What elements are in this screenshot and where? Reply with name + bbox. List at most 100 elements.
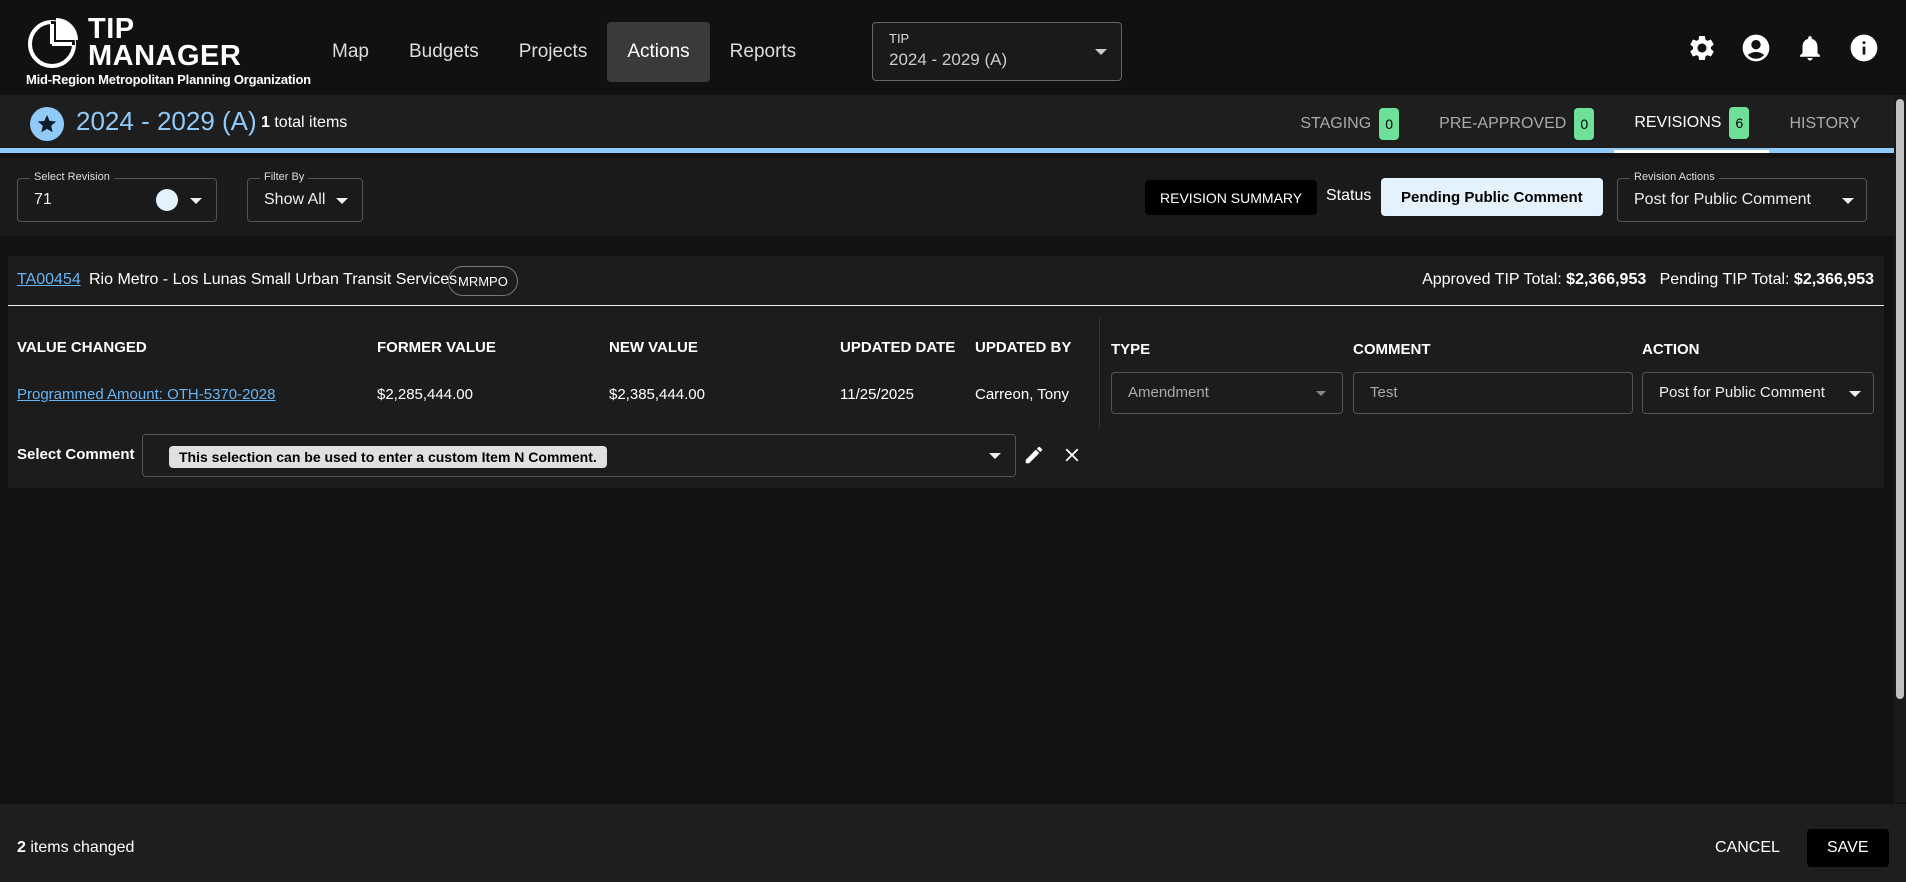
former-value-cell: $2,285,444.00 [377, 386, 473, 403]
nav-reports[interactable]: Reports [710, 22, 817, 82]
chevron-down-icon [1849, 391, 1861, 397]
top-navbar: TIP MANAGER Mid-Region Metropolitan Plan… [0, 0, 1906, 95]
account-icon[interactable] [1740, 32, 1772, 64]
tab-staging-badge: 0 [1379, 108, 1400, 140]
pencil-icon[interactable] [1020, 441, 1048, 469]
tab-staging[interactable]: STAGING 0 [1280, 95, 1419, 153]
star-icon[interactable] [30, 107, 64, 141]
tab-revisions-label: REVISIONS [1634, 113, 1722, 131]
app-root: TIP MANAGER Mid-Region Metropolitan Plan… [0, 0, 1906, 882]
col-action: ACTION [1642, 341, 1700, 358]
tab-history-label: HISTORY [1789, 115, 1860, 132]
nav-map[interactable]: Map [312, 22, 389, 82]
footer-bar: 2 items changed CANCEL SAVE [0, 804, 1906, 882]
pending-total-value: $2,366,953 [1793, 271, 1874, 288]
revision-actions-field[interactable]: Revision Actions Post for Public Comment [1617, 171, 1867, 222]
brand-title-line1: TIP [88, 13, 135, 45]
info-icon[interactable] [1848, 32, 1880, 64]
filter-by-label: Filter By [260, 171, 309, 183]
pending-total-label: Pending TIP Total: [1659, 271, 1790, 288]
top-icons [1686, 32, 1880, 64]
col-updated-by: UPDATED BY [975, 339, 1072, 356]
approved-total-value: $2,366,953 [1566, 271, 1647, 288]
comment-chip: This selection can be used to enter a cu… [169, 446, 607, 468]
status-badge: Pending Public Comment [1381, 178, 1603, 216]
updated-date-cell: 11/25/2025 [840, 386, 914, 403]
chevron-down-icon [1095, 49, 1107, 55]
total-items-number: 1 [261, 114, 270, 131]
select-comment-dropdown[interactable]: This selection can be used to enter a cu… [142, 434, 1016, 477]
comment-input-value: Test [1370, 384, 1398, 401]
revision-summary-button[interactable]: REVISION SUMMARY [1145, 180, 1318, 215]
new-value-cell: $2,385,444.00 [609, 386, 705, 403]
tab-revisions-badge: 6 [1729, 106, 1750, 139]
filter-by-field[interactable]: Filter By Show All [247, 171, 363, 222]
total-items-suffix: total items [274, 114, 348, 131]
nav-actions[interactable]: Actions [607, 22, 710, 82]
chevron-down-icon [989, 453, 1001, 459]
project-card-header: TA00454 Rio Metro - Los Lunas Small Urba… [8, 256, 1884, 306]
revision-actions-value: Post for Public Comment [1634, 191, 1811, 208]
type-select[interactable]: Amendment [1111, 372, 1343, 414]
status-tabs: STAGING 0 PRE-APPROVED 0 REVISIONS 6 HIS… [1280, 95, 1880, 153]
logo-pie-icon [28, 18, 78, 68]
agency-chip: MRMPO [448, 266, 518, 296]
tab-pre-approved-badge: 0 [1574, 108, 1595, 140]
tab-staging-label: STAGING [1300, 115, 1372, 132]
col-new-value: NEW VALUE [609, 339, 698, 356]
approved-total-label: Approved TIP Total: [1422, 271, 1562, 288]
main-nav: Map Budgets Projects Actions Reports [312, 22, 816, 82]
tip-select-value: 2024 - 2029 (A) [889, 50, 1008, 69]
filter-by-value: Show All [264, 191, 326, 208]
select-comment-label: Select Comment [17, 446, 135, 463]
column-divider [1099, 318, 1100, 428]
items-changed-suffix: items changed [30, 839, 135, 856]
nav-projects[interactable]: Projects [499, 22, 608, 82]
tip-title: 2024 - 2029 (A) [76, 106, 257, 136]
revision-color-dot [156, 189, 178, 211]
items-changed-count: 2 items changed [17, 839, 134, 857]
action-select[interactable]: Post for Public Comment [1642, 372, 1874, 414]
chevron-down-icon [190, 198, 202, 204]
brand-title: TIP MANAGER [88, 13, 241, 71]
brand-subtitle: Mid-Region Metropolitan Planning Organiz… [26, 72, 311, 87]
project-card: TA00454 Rio Metro - Los Lunas Small Urba… [8, 256, 1884, 488]
filter-bar: Select Revision 71 Filter By Show All RE… [0, 158, 1894, 236]
select-revision-label: Select Revision [30, 171, 114, 183]
project-id-link[interactable]: TA00454 [17, 271, 81, 289]
tab-pre-approved[interactable]: PRE-APPROVED 0 [1419, 95, 1614, 153]
page-scrollbar[interactable] [1894, 95, 1906, 803]
chevron-down-icon [1842, 198, 1854, 204]
tip-select-label: TIP [889, 31, 910, 46]
cancel-button[interactable]: CANCEL [1702, 829, 1793, 867]
col-former-value: FORMER VALUE [377, 339, 496, 356]
updated-by-cell: Carreon, Tony [975, 386, 1069, 403]
col-value-changed: VALUE CHANGED [17, 339, 147, 356]
value-changed-link[interactable]: Programmed Amount: OTH-5370-2028 [17, 386, 275, 403]
col-comment: COMMENT [1353, 341, 1431, 358]
scrollbar-thumb[interactable] [1896, 99, 1904, 699]
col-updated-date: UPDATED DATE [840, 339, 956, 356]
close-icon[interactable] [1058, 441, 1086, 469]
type-select-value: Amendment [1128, 384, 1209, 401]
select-revision-field[interactable]: Select Revision 71 [17, 171, 217, 222]
items-changed-number: 2 [17, 839, 26, 856]
brand-logo[interactable]: TIP MANAGER Mid-Region Metropolitan Plan… [26, 13, 311, 90]
chevron-down-icon [1316, 391, 1326, 396]
nav-budgets[interactable]: Budgets [389, 22, 499, 82]
comment-input[interactable]: Test [1353, 372, 1633, 414]
chevron-down-icon [336, 198, 348, 204]
bell-icon[interactable] [1794, 32, 1826, 64]
project-totals: Approved TIP Total: $2,366,953 Pending T… [1422, 271, 1874, 289]
tip-select[interactable]: TIP 2024 - 2029 (A) [872, 22, 1122, 81]
save-button[interactable]: SAVE [1807, 829, 1889, 867]
status-label: Status [1326, 187, 1372, 204]
gear-icon[interactable] [1686, 32, 1718, 64]
tip-subheader: 2024 - 2029 (A) 1 total items STAGING 0 … [0, 95, 1894, 153]
total-items-count: 1 total items [261, 114, 347, 132]
project-name: Rio Metro - Los Lunas Small Urban Transi… [89, 271, 458, 288]
tab-history[interactable]: HISTORY [1769, 95, 1880, 153]
select-revision-value: 71 [34, 191, 52, 208]
tab-revisions[interactable]: REVISIONS 6 [1614, 95, 1770, 153]
col-type: TYPE [1111, 341, 1151, 358]
